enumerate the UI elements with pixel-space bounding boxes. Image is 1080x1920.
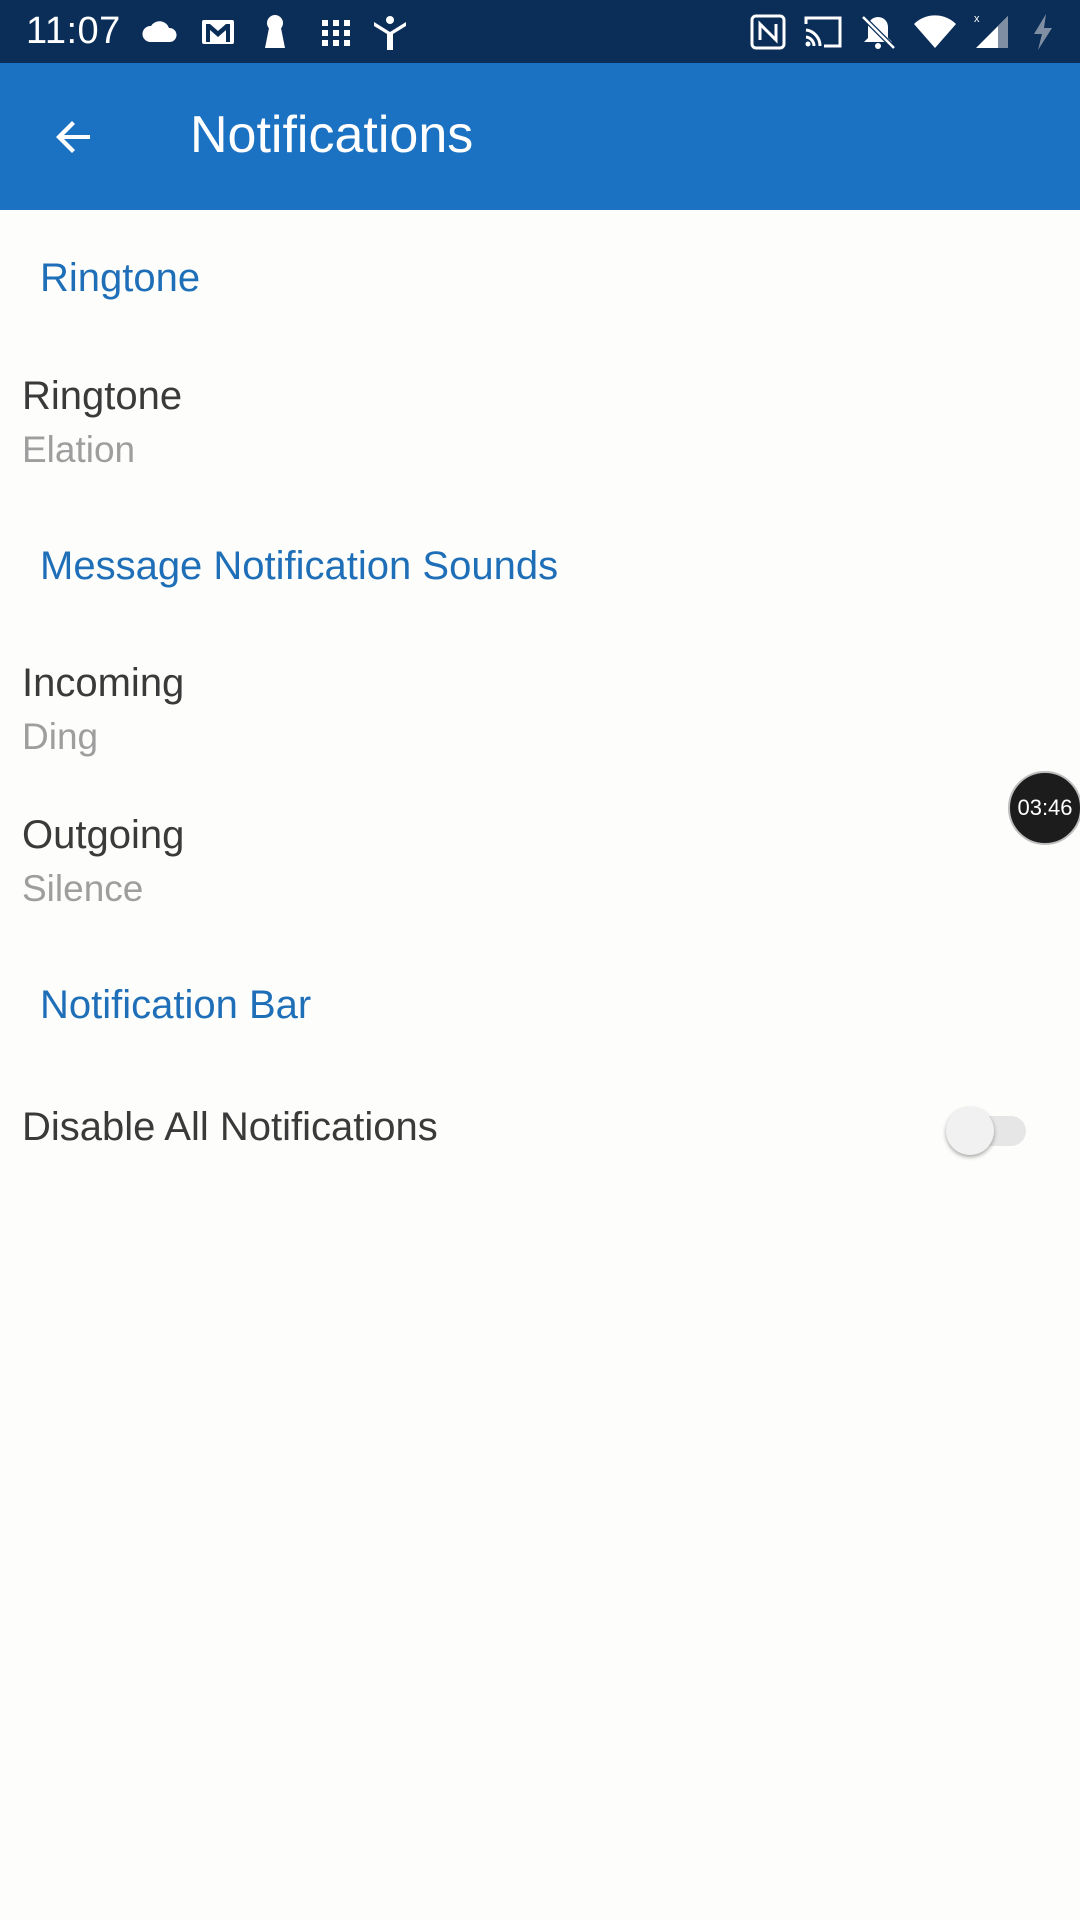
grid-icon (316, 12, 356, 52)
notifications-screen: 11:07 x Notifications Ringtone Ringtone … (0, 0, 1080, 1920)
cast-icon (802, 12, 844, 52)
pref-title: Outgoing (22, 813, 185, 857)
floating-timer-bubble[interactable]: 03:46 (1008, 771, 1080, 845)
keyhole-icon (258, 12, 292, 52)
signal-icon: x (972, 12, 1012, 52)
nfc-icon (748, 12, 788, 52)
pref-disable-all-notifications[interactable]: Disable All Notifications (0, 1080, 1080, 1180)
pref-summary: Elation (22, 429, 136, 470)
pref-summary: Ding (22, 716, 99, 757)
wifi-icon (912, 12, 958, 52)
pref-title: Incoming (22, 661, 185, 705)
pref-ringtone[interactable]: Ringtone Elation (0, 360, 1080, 490)
pref-title: Disable All Notifications (22, 1105, 438, 1149)
svg-text:x: x (974, 13, 980, 25)
back-button[interactable] (36, 99, 112, 175)
gmail-icon (198, 12, 238, 52)
status-bar: 11:07 x (0, 0, 1080, 63)
arrow-back-icon (56, 121, 90, 153)
section-header-ringtone: Ringtone (40, 256, 201, 300)
pref-incoming[interactable]: Incoming Ding (0, 648, 1080, 788)
bell-off-icon (858, 12, 898, 52)
status-time: 11:07 (26, 10, 121, 52)
disable-notifications-toggle[interactable] (946, 1104, 1030, 1155)
battery-charging-icon (1028, 12, 1058, 52)
toggle-thumb (946, 1107, 994, 1155)
section-header-message-sounds: Message Notification Sounds (40, 544, 559, 588)
section-header-notification-bar: Notification Bar (40, 983, 312, 1027)
figure-icon (370, 12, 410, 52)
app-bar: Notifications (0, 63, 1080, 210)
pref-outgoing[interactable]: Outgoing Silence (0, 800, 1080, 940)
pref-summary: Silence (22, 868, 144, 909)
page-title: Notifications (190, 106, 474, 164)
pref-title: Ringtone (22, 374, 183, 418)
cloud-icon (140, 12, 180, 52)
